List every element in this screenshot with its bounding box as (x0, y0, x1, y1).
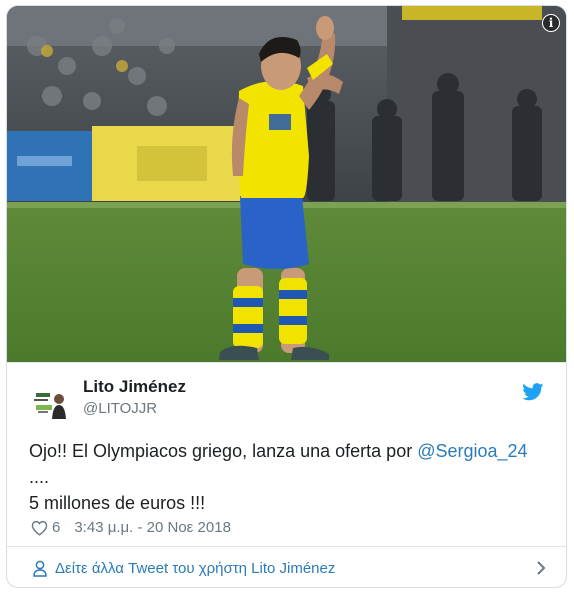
more-tweets-link[interactable]: Δείτε άλλα Tweet του χρήστη Lito Jiménez (7, 546, 566, 587)
avatar[interactable] (30, 383, 70, 423)
author-handle[interactable]: @LITOJJR (83, 400, 157, 417)
more-tweets-label: Δείτε άλλα Tweet του χρήστη Lito Jiménez (55, 559, 336, 577)
heart-icon[interactable] (31, 520, 48, 536)
tweet-photo[interactable]: i (7, 6, 566, 362)
tweet-text-line-3: 5 millones de euros !!! (29, 493, 206, 513)
chevron-right-icon (537, 561, 546, 575)
timestamp[interactable]: 3:43 μ.μ. - 20 Νοε 2018 (74, 519, 231, 536)
user-icon (33, 560, 47, 577)
info-icon[interactable]: i (542, 14, 560, 32)
author-name[interactable]: Lito Jiménez (83, 377, 186, 397)
avatar-image (30, 383, 70, 423)
embedded-tweet-card: i Lito Jiménez @LITOJJR Ojo!! El Olympia… (6, 5, 567, 588)
like-count[interactable]: 6 (52, 519, 60, 536)
tweet-text: Ojo!! El Olympiacos griego, lanza una of… (29, 438, 549, 516)
tweet-text-segment: Ojo!! El Olympiacos griego, lanza una of… (29, 441, 418, 461)
tweet-meta: 6 3:43 μ.μ. - 20 Νοε 2018 (31, 519, 231, 536)
player-photo (7, 6, 566, 362)
tweet-text-line-1: Ojo!! El Olympiacos griego, lanza una of… (29, 438, 549, 464)
tweet-text-line-2: .... (29, 467, 50, 487)
tweet-body: Lito Jiménez @LITOJJR Ojo!! El Olympiaco… (7, 362, 566, 545)
mention-link[interactable]: @Sergioa_24 (417, 441, 527, 461)
twitter-bird-icon[interactable] (522, 383, 544, 401)
